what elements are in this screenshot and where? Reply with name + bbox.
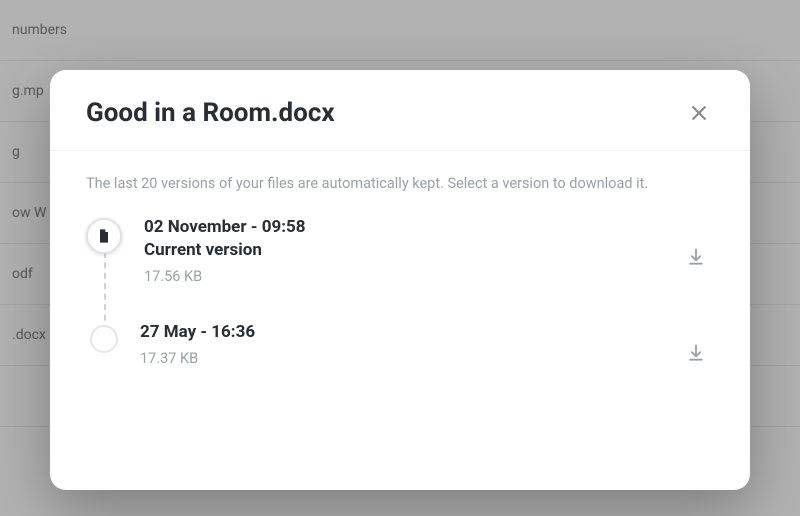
version-history-dialog: Good in a Room.docx The last 20 versions… <box>50 70 750 490</box>
version-list: 02 November - 09:58 Current version 17.5… <box>86 216 714 371</box>
version-row[interactable]: 27 May - 16:36 17.37 KB <box>86 321 714 371</box>
dialog-body: The last 20 versions of your files are a… <box>50 151 750 395</box>
help-text: The last 20 versions of your files are a… <box>86 175 714 192</box>
version-info: 27 May - 16:36 17.37 KB <box>140 321 678 367</box>
version-label: Current version <box>144 239 678 262</box>
version-size: 17.56 KB <box>144 268 678 285</box>
version-date: 27 May - 16:36 <box>140 321 678 344</box>
version-info: 02 November - 09:58 Current version 17.5… <box>144 216 678 285</box>
version-marker <box>90 325 118 353</box>
close-icon <box>689 103 709 123</box>
version-row-current[interactable]: 02 November - 09:58 Current version 17.5… <box>86 216 714 321</box>
version-date: 02 November - 09:58 <box>144 216 678 239</box>
close-button[interactable] <box>684 98 714 128</box>
dialog-title: Good in a Room.docx <box>86 98 335 128</box>
download-icon <box>686 247 706 267</box>
dialog-header: Good in a Room.docx <box>50 70 750 151</box>
download-button[interactable] <box>678 239 714 275</box>
file-icon <box>96 228 112 244</box>
version-size: 17.37 KB <box>140 350 678 367</box>
version-marker-current <box>86 218 122 254</box>
download-icon <box>686 343 706 363</box>
download-button[interactable] <box>678 335 714 371</box>
